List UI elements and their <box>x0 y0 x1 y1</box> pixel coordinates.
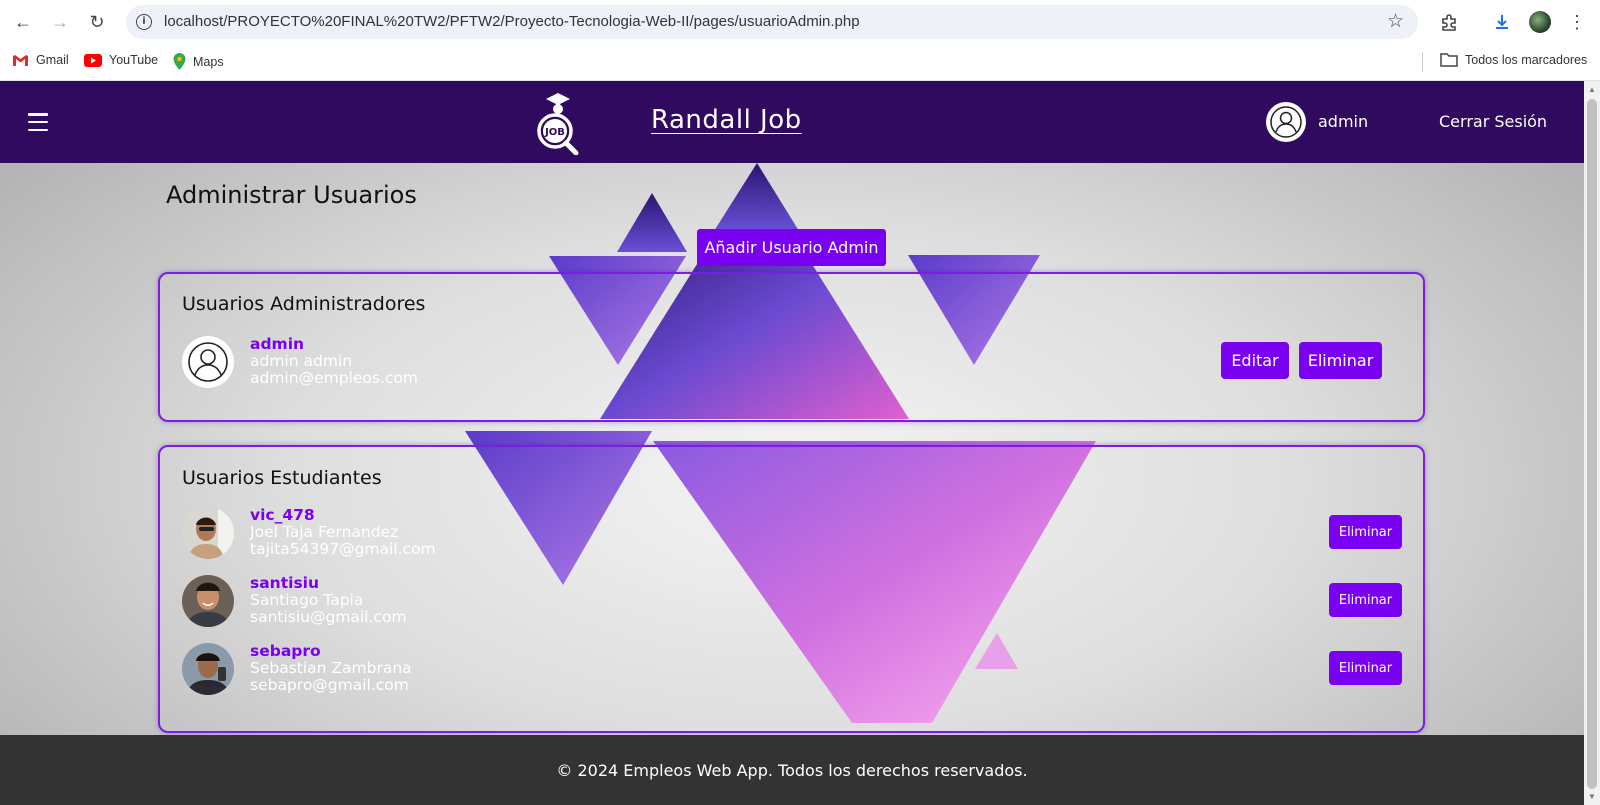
student-row: vic_478 Joel Taja Fernandez tajita54397@… <box>182 506 1402 561</box>
edit-button[interactable]: Editar <box>1221 342 1289 379</box>
bookmarks-bar: Gmail YouTube Maps Todos los marcadores <box>0 44 1600 81</box>
bookmark-star-icon[interactable]: ☆ <box>1387 10 1404 33</box>
bookmark-label: YouTube <box>109 53 159 67</box>
student-row: santisiu Santiago Tapia santisiu@gmail.c… <box>182 574 1402 629</box>
user-photo <box>182 507 234 559</box>
bookmark-maps[interactable]: Maps <box>173 53 224 70</box>
forward-icon[interactable]: → <box>46 8 74 36</box>
user-email: sebapro@gmail.com <box>250 676 409 694</box>
page-scrollbar[interactable]: ▲ ▼ <box>1584 81 1600 805</box>
user-fullname: Santiago Tapia <box>250 591 364 609</box>
all-bookmarks[interactable]: Todos los marcadores <box>1440 53 1587 67</box>
default-avatar-icon <box>182 336 234 388</box>
extensions-icon[interactable] <box>1436 9 1462 35</box>
brand-title[interactable]: Randall Job <box>651 105 802 135</box>
students-panel: Usuarios Estudiantes vic_478 Joel Taja F… <box>158 445 1425 733</box>
scroll-up-icon[interactable]: ▲ <box>1588 85 1596 94</box>
add-admin-button[interactable]: Añadir Usuario Admin <box>697 229 886 266</box>
profile-avatar[interactable] <box>1527 9 1553 35</box>
bookmark-label: Maps <box>193 54 224 69</box>
student-row: sebapro Sebastian Zambrana sebapro@gmail… <box>182 642 1402 697</box>
address-bar[interactable]: i localhost/PROYECTO%20FINAL%20TW2/PFTW2… <box>126 5 1418 39</box>
page-title: Administrar Usuarios <box>166 181 417 209</box>
footer-text: © 2024 Empleos Web App. Todos los derech… <box>556 760 1028 780</box>
user-username: vic_478 <box>250 506 315 524</box>
students-panel-title: Usuarios Estudiantes <box>182 467 382 489</box>
site-info-icon[interactable]: i <box>136 14 152 30</box>
menu-icon[interactable] <box>28 113 48 131</box>
bookmark-gmail[interactable]: Gmail <box>12 53 69 67</box>
bookmarks-divider <box>1422 52 1423 72</box>
header-username[interactable]: admin <box>1318 112 1368 131</box>
user-username: admin <box>250 335 305 353</box>
back-icon[interactable]: ← <box>9 8 37 36</box>
admin-row: admin admin admin admin@empleos.com Edit… <box>182 335 1402 390</box>
user-email: tajita54397@gmail.com <box>250 540 436 558</box>
all-bookmarks-label: Todos los marcadores <box>1465 53 1588 67</box>
user-photo <box>182 643 234 695</box>
logout-link[interactable]: Cerrar Sesión <box>1439 112 1547 131</box>
more-menu-icon[interactable]: ⋮ <box>1564 9 1590 35</box>
youtube-icon <box>84 53 102 67</box>
user-username: santisiu <box>250 574 320 592</box>
delete-button[interactable]: Eliminar <box>1329 515 1402 549</box>
footer: © 2024 Empleos Web App. Todos los derech… <box>0 735 1584 805</box>
app-header: JOB Randall Job admin Cerrar Sesión <box>0 81 1584 163</box>
user-photo <box>182 575 234 627</box>
scroll-thumb[interactable] <box>1587 99 1597 789</box>
user-avatar-icon[interactable] <box>1266 102 1306 142</box>
page-viewport: JOB Randall Job admin Cerrar Sesión Admi… <box>0 81 1584 805</box>
url-text[interactable]: localhost/PROYECTO%20FINAL%20TW2/PFTW2/P… <box>164 13 860 30</box>
scroll-down-icon[interactable]: ▼ <box>1588 792 1596 801</box>
user-email: santisiu@gmail.com <box>250 608 407 626</box>
user-username: sebapro <box>250 642 321 660</box>
user-fullname: Sebastian Zambrana <box>250 659 412 677</box>
bookmark-youtube[interactable]: YouTube <box>84 53 158 67</box>
delete-button[interactable]: Eliminar <box>1329 583 1402 617</box>
admins-panel-title: Usuarios Administradores <box>182 293 426 315</box>
logo-text: JOB <box>544 127 565 138</box>
admins-panel: Usuarios Administradores admin admin adm… <box>158 272 1425 422</box>
user-email: admin@empleos.com <box>250 369 418 387</box>
maps-icon <box>173 53 186 70</box>
bookmark-label: Gmail <box>36 53 69 67</box>
reload-icon[interactable]: ↻ <box>83 8 111 36</box>
delete-button[interactable]: Eliminar <box>1299 342 1382 379</box>
user-fullname: Joel Taja Fernandez <box>250 523 399 541</box>
logo-icon[interactable]: JOB <box>534 89 582 155</box>
folder-icon <box>1440 53 1458 67</box>
browser-toolbar: ← → ↻ i localhost/PROYECTO%20FINAL%20TW2… <box>0 0 1600 44</box>
user-fullname: admin admin <box>250 352 353 370</box>
gmail-icon <box>13 54 28 66</box>
download-icon[interactable] <box>1489 9 1515 35</box>
delete-button[interactable]: Eliminar <box>1329 651 1402 685</box>
